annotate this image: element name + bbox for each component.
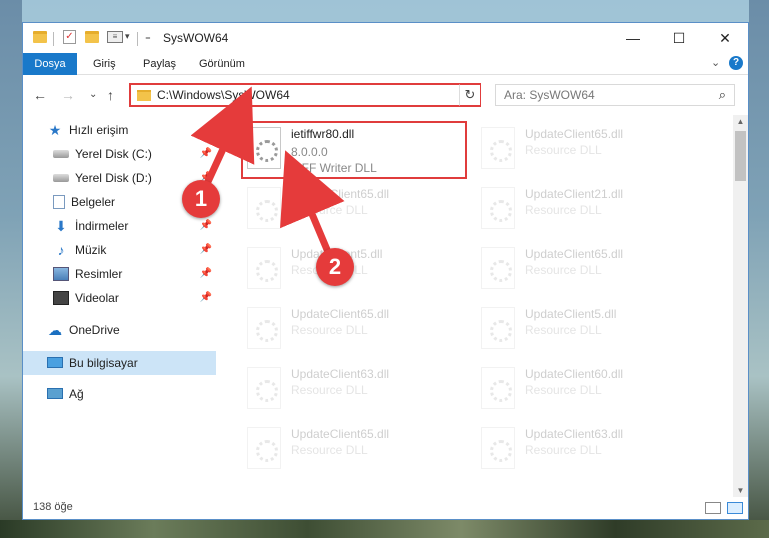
- file-item[interactable]: UpdateClient63.dll Resource DLL: [247, 363, 469, 417]
- dll-file-icon: [481, 247, 515, 289]
- details-view-icon[interactable]: [705, 502, 721, 514]
- step-1-badge: 1: [182, 180, 220, 218]
- recent-locations-button[interactable]: ⌄: [89, 89, 97, 100]
- disk-icon: [53, 149, 69, 158]
- pin-icon: 📌: [199, 268, 212, 279]
- tiles-view-icon[interactable]: [727, 502, 743, 514]
- file-item[interactable]: UpdateClient65.dll Resource DLL: [481, 123, 703, 177]
- close-button[interactable]: ✕: [702, 23, 748, 53]
- explorer-window: ✓ ≡ ▾ ₌ SysWOW64 — ☐ ✕ Dosya Giriş Payla…: [22, 22, 749, 520]
- refresh-button[interactable]: ↻: [459, 84, 481, 106]
- address-path[interactable]: C:\Windows\SysWOW64: [157, 88, 290, 102]
- step-2-badge: 2: [316, 248, 354, 286]
- dll-file-icon: [247, 307, 281, 349]
- sidebar-item-downloads[interactable]: ⬇ İndirmeler 📌: [53, 215, 216, 237]
- file-item[interactable]: UpdateClient63.dll Resource DLL: [481, 423, 703, 477]
- pin-icon: 📌: [199, 148, 212, 159]
- desktop-background-left: [0, 0, 22, 538]
- pin-toolbar-icon[interactable]: ₌: [145, 30, 151, 43]
- file-list: ietiffwr80.dll 8.0.0.0 TIFF Writer DLL U…: [219, 115, 733, 497]
- sidebar-item-quick-access[interactable]: ★ Hızlı erişim: [47, 119, 216, 141]
- properties-check-icon[interactable]: ✓: [63, 30, 76, 44]
- tab-share[interactable]: Paylaş: [143, 53, 176, 75]
- file-item[interactable]: UpdateClient5.dll Resource DLL: [247, 243, 469, 297]
- item-count: 138 öğe: [33, 501, 73, 513]
- minimize-button[interactable]: —: [610, 23, 656, 53]
- scroll-down-icon[interactable]: ▼: [733, 486, 748, 495]
- vertical-scrollbar[interactable]: ▲ ▼: [733, 115, 748, 497]
- pin-icon: 📌: [199, 244, 212, 255]
- tab-file[interactable]: Dosya: [23, 53, 77, 75]
- star-icon: ★: [48, 121, 62, 138]
- navigation-bar: ← → ⌄ ↑ C:\Windows\SysWOW64 ⌄ ↻ Ara: Sys…: [23, 75, 748, 115]
- dll-file-icon: [481, 187, 515, 229]
- file-item[interactable]: UpdateClient5.dll Resource DLL: [481, 303, 703, 357]
- ribbon-expand-icon[interactable]: ⌄: [711, 56, 720, 69]
- music-icon: ♪: [57, 241, 65, 258]
- file-item[interactable]: UpdateClient60.dll Resource DLL: [481, 363, 703, 417]
- back-button[interactable]: ←: [33, 87, 47, 103]
- dll-file-icon: [247, 247, 281, 289]
- sidebar-item-pictures[interactable]: Resimler 📌: [53, 263, 216, 285]
- network-icon: [47, 388, 63, 400]
- dll-file-icon: [247, 367, 281, 409]
- dll-file-icon: [247, 187, 281, 229]
- ribbon: Dosya Giriş Paylaş Görünüm ⌄ ?: [23, 53, 748, 75]
- maximize-button[interactable]: ☐: [656, 23, 702, 53]
- up-button[interactable]: ↑: [107, 87, 114, 103]
- forward-button[interactable]: →: [61, 87, 75, 103]
- title-bar: ✓ ≡ ▾ ₌ SysWOW64 — ☐ ✕: [23, 23, 748, 53]
- document-icon: [53, 194, 65, 209]
- download-icon: ⬇: [55, 217, 67, 234]
- separator: [137, 32, 138, 46]
- tab-home[interactable]: Giriş: [93, 53, 116, 75]
- sidebar-item-local-disk-c[interactable]: Yerel Disk (C:) 📌: [53, 143, 216, 165]
- sidebar-item-videos[interactable]: Videolar 📌: [53, 287, 216, 309]
- file-item[interactable]: UpdateClient65.dll Resource DLL: [247, 183, 469, 237]
- desktop-background-right: [749, 0, 769, 538]
- status-bar: 138 öğe: [23, 497, 748, 519]
- folder-icon: [137, 90, 151, 101]
- desktop-background-bottom: [0, 520, 769, 538]
- search-placeholder: Ara: SysWOW64: [504, 88, 595, 102]
- highlight-box: [241, 121, 467, 179]
- sidebar-item-music[interactable]: ♪ Müzik 📌: [53, 239, 216, 261]
- new-folder-icon[interactable]: [85, 31, 99, 43]
- quick-access-dropdown-icon[interactable]: ▾: [125, 31, 130, 42]
- dll-file-icon: [247, 427, 281, 469]
- dll-file-icon: [481, 307, 515, 349]
- scroll-up-icon[interactable]: ▲: [733, 117, 748, 126]
- tab-view[interactable]: Görünüm: [199, 53, 245, 75]
- sidebar-item-network[interactable]: Ağ: [47, 383, 216, 405]
- sidebar-item-onedrive[interactable]: ☁ OneDrive: [47, 319, 216, 341]
- window-title: SysWOW64: [163, 31, 229, 45]
- dll-file-icon: [481, 367, 515, 409]
- address-bar[interactable]: C:\Windows\SysWOW64 ⌄: [129, 83, 481, 107]
- pc-icon: [47, 357, 63, 369]
- file-item[interactable]: UpdateClient21.dll Resource DLL: [481, 183, 703, 237]
- scroll-thumb[interactable]: [735, 131, 746, 181]
- separator: [53, 32, 54, 46]
- dll-file-icon: [481, 427, 515, 469]
- file-item[interactable]: UpdateClient65.dll Resource DLL: [247, 303, 469, 357]
- sidebar-item-this-pc[interactable]: Bu bilgisayar: [23, 351, 216, 375]
- pictures-icon: [53, 266, 69, 281]
- file-item[interactable]: UpdateClient65.dll Resource DLL: [247, 423, 469, 477]
- disk-icon: [53, 173, 69, 182]
- search-icon[interactable]: ⌕: [719, 87, 726, 103]
- file-item[interactable]: UpdateClient65.dll Resource DLL: [481, 243, 703, 297]
- pin-icon: 📌: [199, 292, 212, 303]
- customize-icon[interactable]: ≡: [107, 31, 123, 43]
- navigation-pane: ★ Hızlı erişim Yerel Disk (C:) 📌 Yerel Di…: [23, 115, 216, 497]
- cloud-icon: ☁: [48, 321, 62, 338]
- pin-icon: 📌: [199, 220, 212, 231]
- search-box[interactable]: Ara: SysWOW64 ⌕: [495, 84, 735, 106]
- folder-icon: [33, 31, 47, 43]
- videos-icon: [53, 290, 69, 305]
- dll-file-icon: [481, 127, 515, 169]
- help-icon[interactable]: ?: [729, 56, 743, 70]
